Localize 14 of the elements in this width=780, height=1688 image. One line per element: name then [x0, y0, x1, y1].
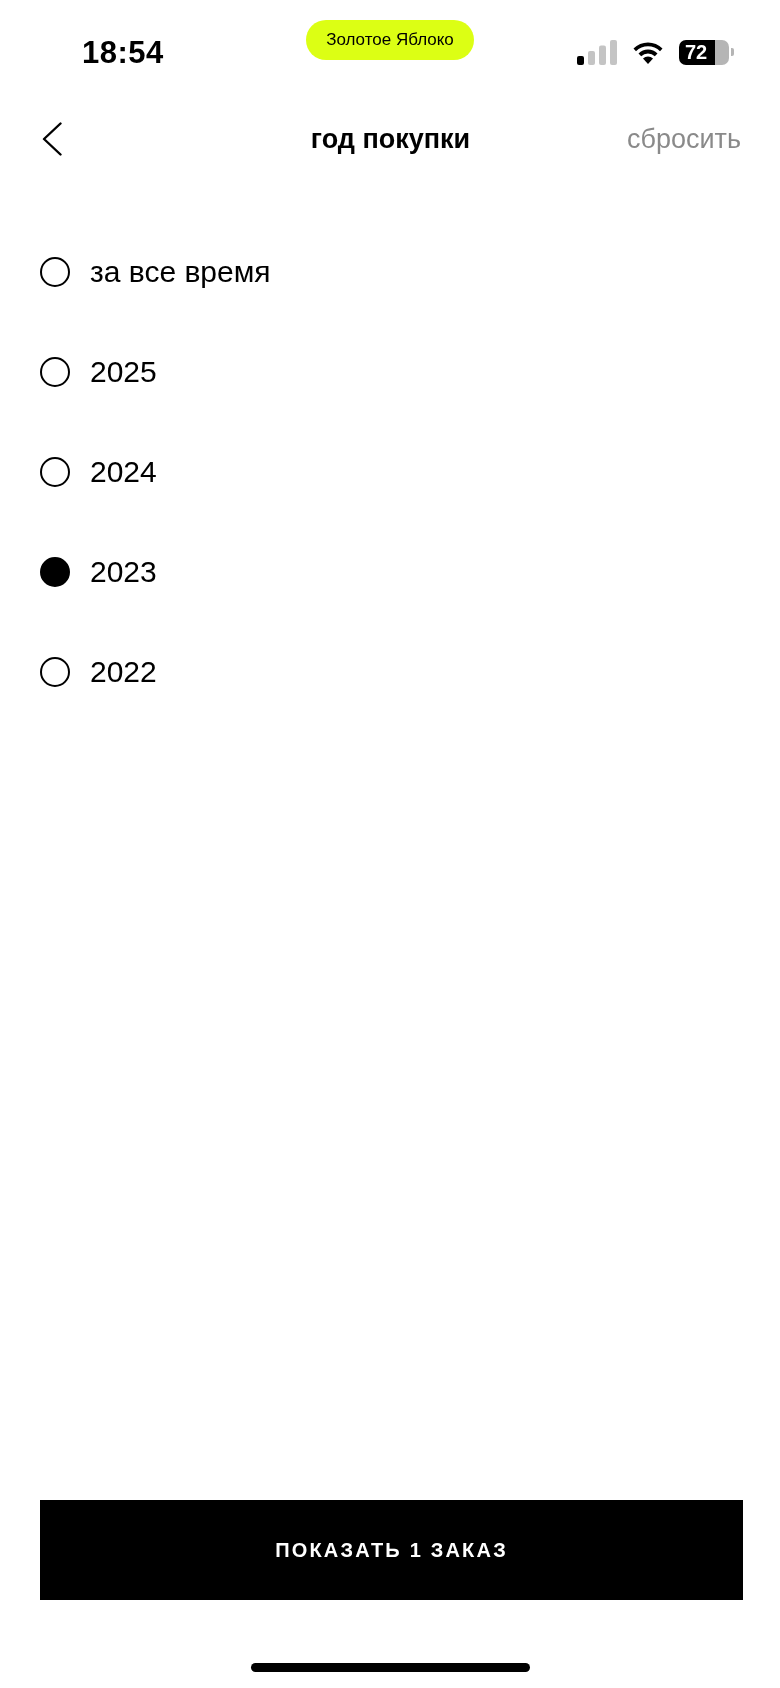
period-option[interactable]: за все время	[40, 222, 271, 322]
back-button[interactable]	[40, 120, 64, 158]
show-orders-button[interactable]: ПОКАЗАТЬ 1 ЗАКАЗ	[40, 1500, 743, 1600]
screen-title: год покупки	[310, 123, 471, 155]
status-time: 18:54	[82, 37, 164, 69]
app-badge: Золотое Яблоко	[306, 20, 474, 60]
battery-indicator: 72	[679, 39, 734, 65]
period-option[interactable]: 2024	[40, 422, 157, 522]
period-option[interactable]: 2022	[40, 622, 157, 722]
chevron-left-icon	[42, 122, 62, 156]
period-option[interactable]: 2023	[40, 522, 157, 622]
wifi-icon	[631, 40, 665, 64]
period-option[interactable]: 2025	[40, 322, 157, 422]
signal-icon	[577, 39, 617, 65]
